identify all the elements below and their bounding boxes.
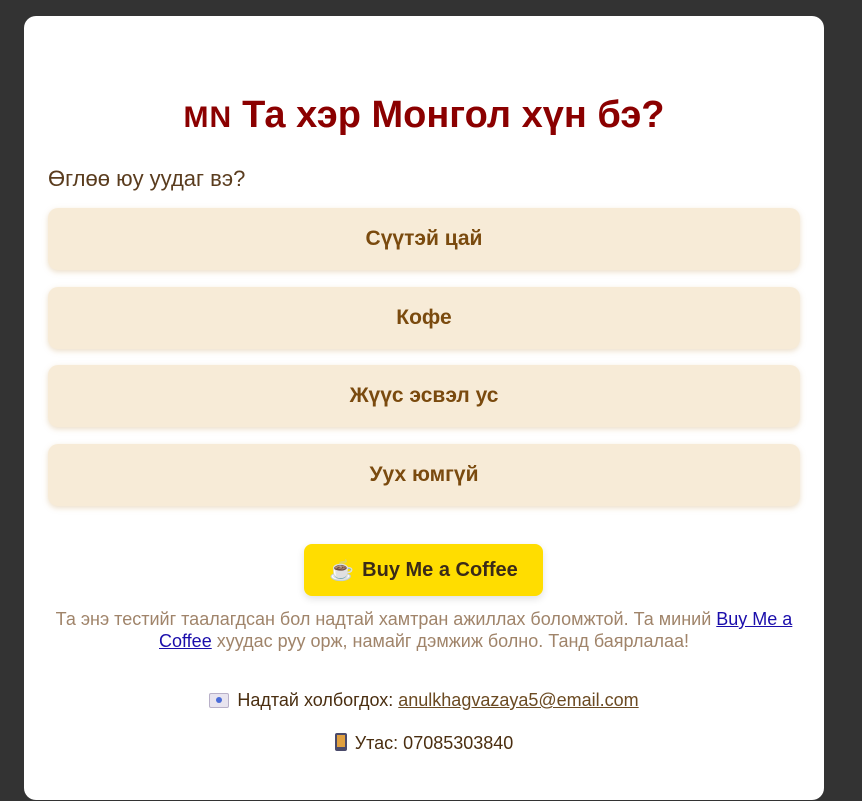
page-title: MN Та хэр Монгол хүн бэ?: [24, 90, 824, 143]
contact-email-row: Надтай холбогдох: anulkhagvazaya5@email.…: [24, 690, 824, 711]
option-nothing-button[interactable]: Уух юмгүй: [48, 443, 800, 506]
support-text-after: хуудас руу орж, намайг дэмжиж болно. Тан…: [211, 631, 689, 651]
mongolia-flag-icon: MN: [183, 101, 233, 134]
option-milk-tea-button[interactable]: Сүүтэй цай: [48, 208, 800, 270]
contact-email-link[interactable]: anulkhagvazaya5@email.com: [398, 690, 638, 710]
buy-me-a-coffee-button[interactable]: ☕ Buy Me a Coffee: [304, 544, 543, 596]
envelope-icon: [209, 693, 230, 708]
support-message: Та энэ тестийг таалагдсан бол надтай хам…: [48, 608, 800, 652]
contact-phone-row: Утас: 07085303840: [24, 733, 824, 754]
coffee-cup-icon: ☕: [329, 559, 355, 582]
buy-me-a-coffee-label: Buy Me a Coffee: [362, 558, 518, 581]
quiz-card: MN Та хэр Монгол хүн бэ? Өглөө юу уудаг в…: [24, 16, 824, 800]
support-text-before: Та энэ тестийг таалагдсан бол надтай хам…: [55, 609, 717, 629]
mobile-phone-icon: [334, 733, 347, 751]
answer-options: Сүүтэй цай Кофе Жүүс эсвэл ус Уух юмгүй: [48, 208, 800, 522]
contact-email-label: Надтай холбогдох:: [237, 690, 399, 710]
question-text: Өглөө юу уудаг вэ?: [48, 166, 246, 191]
option-coffee-button[interactable]: Кофе: [48, 286, 800, 349]
option-juice-or-water-button[interactable]: Жүүс эсвэл ус: [48, 365, 800, 427]
contact-phone-text: Утас: 07085303840: [354, 733, 514, 753]
page-title-text: Та хэр Монгол хүн бэ?: [242, 94, 665, 136]
